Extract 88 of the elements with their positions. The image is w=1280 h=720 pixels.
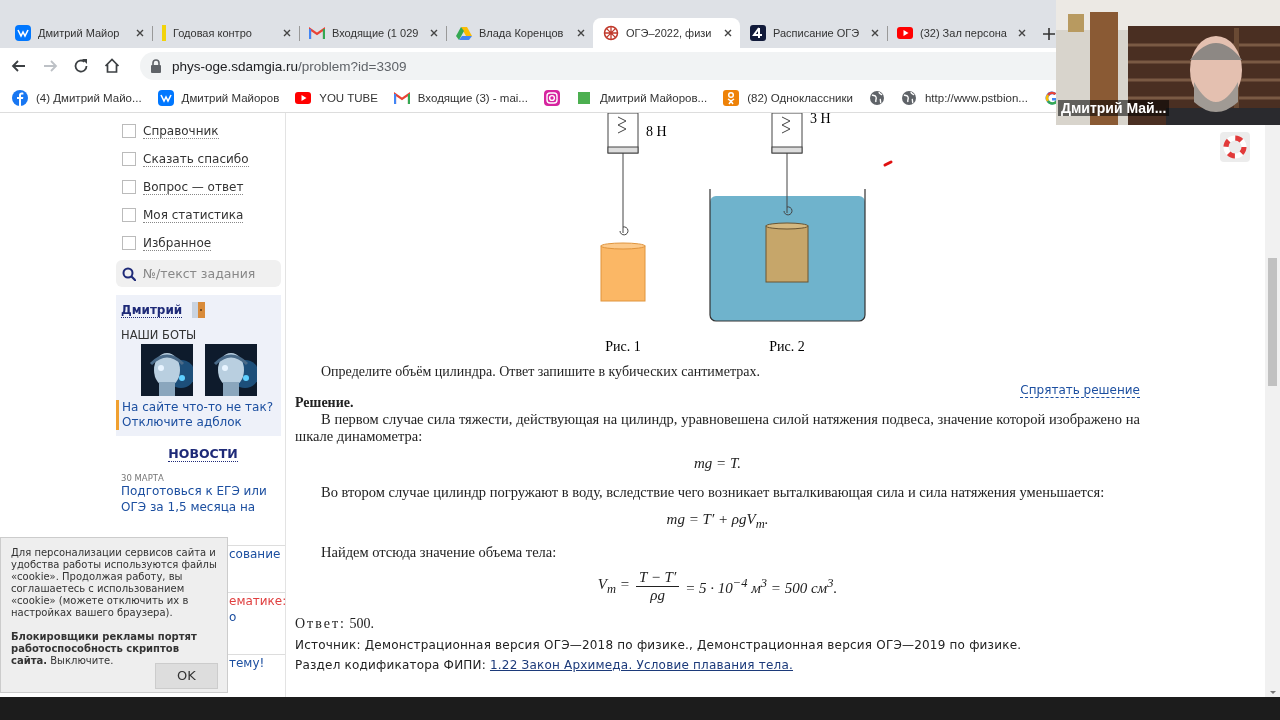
checkbox[interactable]: [122, 236, 136, 250]
force-label: 8 Н: [646, 124, 667, 139]
search-field[interactable]: №/текст задания: [116, 260, 281, 287]
codifier-link[interactable]: 1.22 Закон Архимеда. Условие плавания тела.: [489, 658, 793, 672]
pen-mark: [883, 160, 893, 167]
close-icon[interactable]: [870, 28, 880, 38]
close-icon[interactable]: [135, 28, 145, 38]
square-logo-icon: [157, 90, 174, 106]
checkbox[interactable]: [122, 180, 136, 194]
bar-icon: [162, 25, 166, 41]
browser-tab[interactable]: Расписание ОГЭ: [740, 18, 887, 48]
url-text[interactable]: phys-oge.sdamgia.ru/problem?id=3309: [172, 58, 407, 74]
news-link[interactable]: Подготовься к ЕГЭ или ОГЭ за 1,5 месяца на: [121, 483, 271, 515]
answer-text: Ответ: 500.: [295, 616, 375, 632]
source-text: Источник: Демонстрационная версия ОГЭ—2018 по физике., Демонстрационная версия ОГЭ—2019 по физике.: [295, 638, 1023, 652]
plus-icon[interactable]: [1042, 27, 1056, 41]
close-icon[interactable]: [723, 28, 733, 38]
solution-text: Во втором случае цилиндр погружают в воду, вследствие чего возникает выталкивающая сила и сила натяжения уменьшается:: [320, 484, 1106, 501]
home-icon[interactable]: [103, 57, 121, 75]
news-date: 30 МАРТА: [121, 473, 165, 483]
globe-icon[interactable]: [868, 90, 885, 106]
lifebuoy-icon[interactable]: [1220, 132, 1250, 162]
hide-solution-link[interactable]: Спрятать решение: [1020, 383, 1140, 398]
cylinder-drawing: [600, 242, 646, 302]
mail-icon: [309, 25, 325, 41]
sidebar-link[interactable]: о: [229, 609, 237, 625]
search-icon: [122, 267, 136, 281]
checkbox[interactable]: [122, 208, 136, 222]
solution-text: В первом случае сила тяжести, действующая на цилиндр, уравновешена силой натяжения подвеса, значение которой изображено на шкале динамометра:: [295, 411, 1140, 445]
reload-icon[interactable]: [72, 57, 90, 75]
sidebar-link[interactable]: ематике:: [229, 593, 287, 609]
sidebar-link[interactable]: сование: [229, 546, 281, 562]
bookmark[interactable]: Входящие (3) - mai...: [393, 90, 528, 106]
bookmark[interactable]: http://www.pstbion...: [900, 90, 1028, 106]
checkbox[interactable]: [122, 124, 136, 138]
scroll-thumb[interactable]: [1268, 258, 1277, 386]
user-link[interactable]: Дмитрий: [121, 302, 183, 318]
bookmark[interactable]: YOU TUBE: [295, 90, 378, 106]
bookmark[interactable]: (82) Одноклассники: [723, 90, 853, 106]
menu-link[interactable]: Вопрос — ответ: [143, 179, 244, 195]
adblock-note[interactable]: На сайте что-то не так? Отключите адблок: [116, 400, 281, 430]
cookie-text: Для персонализации сервисов сайта и удобства работы используются файлы «cookie». Продолжая работу, вы соглашаетесь с использованием «cookie» (можете отключить их в настройках вашего браузера).: [11, 547, 217, 619]
square-logo-icon: [15, 25, 31, 41]
browser-tab[interactable]: Годовая контро: [152, 18, 299, 48]
play-icon: [897, 25, 913, 41]
bookmark[interactable]: Дмитрий Майоров...: [575, 90, 708, 106]
formula: mg = T.: [694, 455, 741, 471]
checkbox[interactable]: [122, 152, 136, 166]
globe-icon: [900, 90, 917, 106]
menu-link[interactable]: Моя статистика: [143, 207, 244, 223]
figure-caption: Рис. 2: [769, 339, 805, 354]
menu-link[interactable]: Избранное: [143, 235, 212, 251]
browser-tab[interactable]: Влада Коренцов: [446, 18, 593, 48]
triangle-icon: [456, 25, 472, 41]
force-label: 3 Н: [810, 113, 831, 126]
circle-logo-icon: [12, 90, 28, 106]
menu-link[interactable]: Справочник: [143, 123, 219, 139]
browser-tab[interactable]: (32) Зал персона: [887, 18, 1034, 48]
play-icon: [295, 90, 312, 106]
bookmark[interactable]: (4) Дмитрий Майо...: [12, 90, 142, 106]
cylinder-drawing: [765, 222, 809, 283]
square-logo-icon: [750, 25, 766, 41]
participant-name: Дмитрий Май...: [1058, 100, 1170, 116]
news-heading[interactable]: НОВОСТИ: [168, 446, 238, 462]
formula: mg = T′ + ρgV$_{т}$.: [666, 511, 769, 527]
figure-caption: Рис. 1: [605, 339, 641, 354]
close-icon[interactable]: [576, 28, 586, 38]
solution-heading: Решение.: [295, 395, 355, 411]
browser-tab[interactable]: ОГЭ–2022, физи: [593, 18, 740, 48]
sidebar-link[interactable]: тему!: [229, 655, 265, 671]
lock-icon: [150, 59, 162, 73]
browser-tab[interactable]: Входящие (1 029: [299, 18, 446, 48]
close-icon[interactable]: [1017, 28, 1027, 38]
close-icon[interactable]: [282, 28, 292, 38]
camera-icon[interactable]: [543, 90, 560, 106]
browser-tab[interactable]: Дмитрий Майор: [5, 18, 152, 48]
codifier-label: Раздел кодификатора ФИПИ:: [295, 658, 486, 672]
bots-heading: НАШИ БОТЫ: [121, 328, 198, 342]
close-icon[interactable]: [429, 28, 439, 38]
square-icon: [575, 90, 592, 106]
menu-link[interactable]: Сказать спасибо: [143, 151, 249, 167]
question-text: Определите объём цилиндра. Ответ запишите в кубических сантиметрах.: [320, 364, 761, 380]
wheel-icon: [603, 25, 619, 41]
mail-icon: [393, 90, 410, 106]
ok-button[interactable]: OK: [155, 663, 218, 689]
bookmark[interactable]: Дмитрий Майоров: [157, 90, 280, 106]
solution-text: Найдем отсюда значение объема тела:: [320, 544, 558, 561]
figure-icon: [723, 90, 740, 106]
